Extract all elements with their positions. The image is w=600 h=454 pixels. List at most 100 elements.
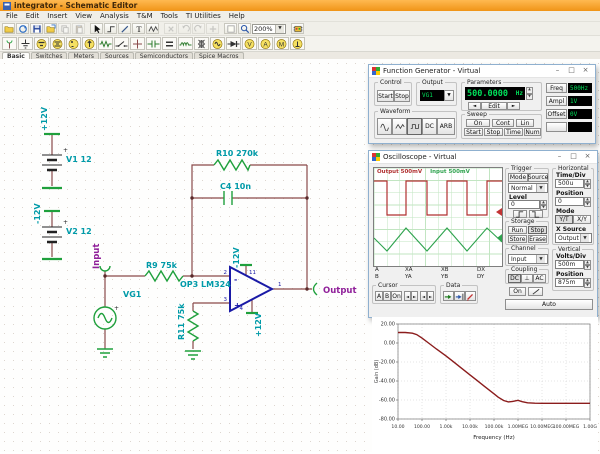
output-pin-icon[interactable]	[314, 283, 318, 295]
grid-toggle-icon[interactable]	[224, 23, 237, 34]
h-position-field[interactable]: 0	[555, 197, 584, 206]
sine-wave-button[interactable]	[377, 118, 392, 135]
fg-output-dropdown[interactable]: ▼	[444, 90, 454, 101]
menu-help[interactable]: Help	[225, 12, 249, 20]
maximize-button[interactable]: □	[567, 152, 580, 162]
slope-button[interactable]	[528, 287, 543, 296]
function-generator-window[interactable]: Function Generator - Virtual – □ × Contr…	[368, 64, 596, 144]
trigger-mode-dropdown[interactable]: Normal▼	[508, 183, 548, 193]
coupling-dc-button[interactable]: DC	[508, 274, 521, 283]
menu-edit[interactable]: Edit	[22, 12, 44, 20]
cursor-step-left-button[interactable]: ◄	[420, 291, 427, 301]
ground-r11[interactable]	[185, 351, 201, 359]
data-export-icon-button[interactable]	[443, 291, 454, 301]
menu-file[interactable]: File	[2, 12, 22, 20]
battery-v1[interactable]	[42, 155, 62, 170]
open-file-icon[interactable]	[2, 23, 15, 34]
menu-view[interactable]: View	[71, 12, 96, 20]
capacitor-icon[interactable]	[146, 37, 161, 50]
maximize-button[interactable]: □	[565, 66, 578, 76]
freq-field-button[interactable]: Freq	[546, 83, 567, 93]
sweep-lin-button[interactable]: Lin	[516, 119, 534, 127]
data-edit-icon-button[interactable]	[465, 291, 476, 301]
close-button[interactable]: ×	[581, 152, 594, 162]
oscilloscope-window[interactable]: Oscilloscope - Virtual – □ × Output 500m…	[368, 150, 598, 318]
zoom-in-icon[interactable]	[206, 23, 219, 34]
label-r11[interactable]: R11 75k	[177, 303, 186, 340]
timediv-spinner[interactable]: ▲▼	[584, 179, 591, 188]
channel-marker[interactable]	[497, 234, 502, 242]
menu-ti-utilities[interactable]: TI Utilities	[182, 12, 225, 20]
label-r10[interactable]: R10 270k	[216, 149, 259, 158]
undo-icon[interactable]	[178, 23, 191, 34]
channel-on-button[interactable]: On	[509, 287, 526, 296]
menu-insert[interactable]: Insert	[43, 12, 71, 20]
diode-icon[interactable]	[226, 37, 241, 50]
label-rail-plus12[interactable]: +12V	[40, 106, 49, 131]
jumper-icon[interactable]	[130, 37, 145, 50]
label-output[interactable]: Output	[323, 286, 357, 296]
polarized-capacitor-icon[interactable]	[162, 37, 177, 50]
minimize-button[interactable]: –	[553, 152, 566, 162]
probe-icon[interactable]	[290, 37, 305, 50]
accumulator-icon[interactable]	[50, 37, 65, 50]
fg-stop-button[interactable]: Stop	[394, 90, 410, 102]
interactive-mode-icon[interactable]	[291, 23, 304, 34]
resistor-r10[interactable]	[214, 160, 250, 170]
paste-icon[interactable]	[72, 23, 85, 34]
triangle-wave-button[interactable]	[392, 118, 407, 135]
sweep-num-button[interactable]: Num	[524, 128, 541, 136]
text-tool-icon[interactable]: T	[132, 23, 145, 34]
save-icon[interactable]	[30, 23, 43, 34]
copy-icon[interactable]	[58, 23, 71, 34]
source-vg1[interactable]	[94, 307, 116, 329]
voltmeter-icon[interactable]: V	[242, 37, 257, 50]
cursor-b-button[interactable]: B	[383, 291, 391, 301]
cursor-on-button[interactable]: On	[391, 291, 402, 301]
square-wave-button[interactable]	[407, 118, 422, 135]
data-copy-icon-button[interactable]	[454, 291, 465, 301]
refresh-icon[interactable]	[16, 23, 29, 34]
label-opamp-plus12[interactable]: +12V	[254, 312, 263, 337]
fg-frequency-spinner[interactable]: ▲▼	[526, 87, 533, 100]
oscilloscope-titlebar[interactable]: Oscilloscope - Virtual – □ ×	[369, 151, 597, 164]
wire-icon[interactable]	[2, 37, 17, 50]
transformer-icon[interactable]	[194, 37, 209, 50]
menu-tools[interactable]: Tools	[157, 12, 182, 20]
resistor-icon[interactable]	[98, 37, 113, 50]
fg-prev-digit-button[interactable]: ◄	[468, 102, 481, 110]
select-arrow-icon[interactable]	[90, 23, 103, 34]
storage-erase-button[interactable]: Erase	[528, 235, 547, 243]
cursor-a-button[interactable]: A	[375, 291, 383, 301]
minimize-button[interactable]: –	[551, 66, 564, 76]
voltage-generator-icon[interactable]	[210, 37, 225, 50]
label-opamp-minus12[interactable]: -12V	[232, 247, 241, 268]
xsource-dropdown[interactable]: Output▼	[555, 233, 592, 243]
trigger-marker[interactable]	[496, 208, 502, 216]
voltsdiv-spinner[interactable]: ▲▼	[584, 260, 591, 269]
redo-icon[interactable]	[192, 23, 205, 34]
v-position-spinner[interactable]: ▲▼	[584, 278, 591, 287]
sweep-cont-button[interactable]: Cont	[492, 119, 514, 127]
ammeter-icon[interactable]: A	[258, 37, 273, 50]
resistor-r11[interactable]	[188, 311, 198, 341]
cursor-right-button[interactable]: ►	[411, 291, 418, 301]
battery-v2[interactable]	[42, 227, 62, 242]
schematic-canvas[interactable]: - + 2 3 1 11 4 + + + V1 12 V2 12 R9 75k …	[0, 59, 600, 452]
yt-mode-button[interactable]: Y/T	[555, 215, 573, 224]
label-rail-minus12[interactable]: -12V	[33, 203, 42, 224]
label-v1[interactable]: V1 12	[66, 155, 92, 164]
storage-run-button[interactable]: Run	[508, 226, 527, 234]
label-opamp[interactable]: OP3 LM324	[180, 280, 231, 289]
fg-next-digit-button[interactable]: ►	[507, 102, 520, 110]
voltsdiv-field[interactable]: 500m	[555, 260, 584, 269]
sweep-on-button[interactable]: On	[466, 119, 490, 127]
fg-edit-button[interactable]: Edit	[481, 102, 507, 110]
storage-stop-button[interactable]: Stop	[528, 226, 547, 234]
dc-button[interactable]: DC	[422, 118, 437, 135]
sweep-stop-button[interactable]: Stop	[484, 128, 503, 136]
wire-mode-icon[interactable]	[104, 23, 117, 34]
voltage-source-icon[interactable]	[66, 37, 81, 50]
menu-analysis[interactable]: Analysis	[96, 12, 133, 20]
channel-dropdown[interactable]: Input▼	[508, 254, 548, 264]
